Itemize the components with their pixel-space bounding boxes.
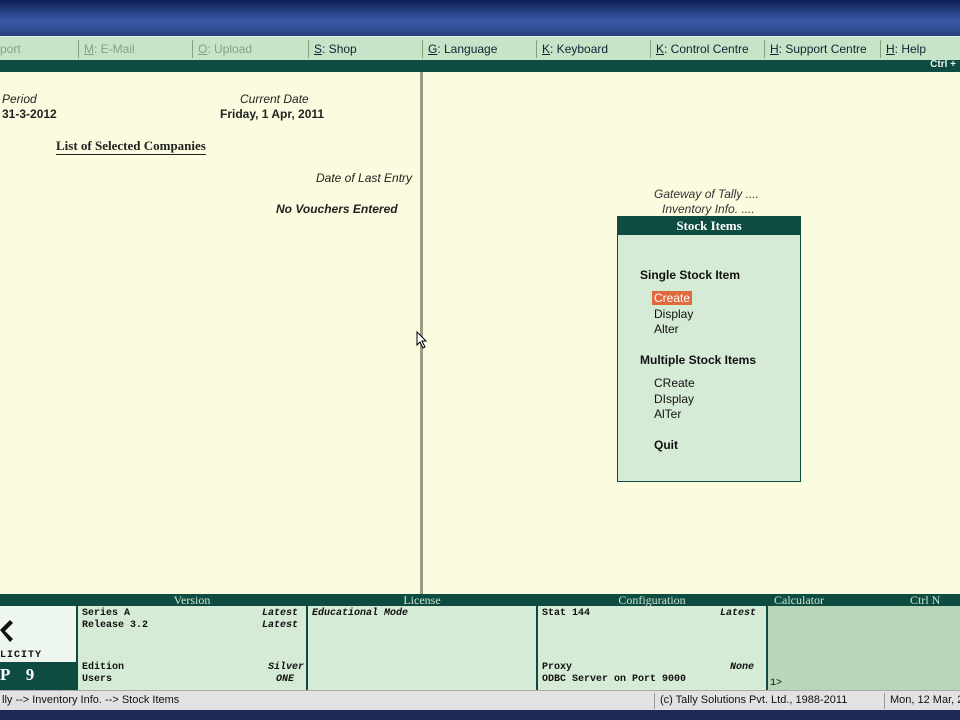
menu-control-centre[interactable]: K: Control Centre [656, 37, 749, 61]
no-vouchers-text: No Vouchers Entered [276, 202, 398, 216]
current-date-label: Current Date [240, 92, 309, 106]
calculator-cursor: 1> [770, 678, 783, 689]
current-date-value[interactable]: Friday, 1 Apr, 2011 [220, 107, 324, 121]
edition-label: Edition [82, 662, 125, 673]
menu-email[interactable]: M: E-Mail [84, 37, 135, 61]
menu-option-create[interactable]: Create [652, 291, 693, 305]
menu-option-multi-create[interactable]: CReate [654, 376, 695, 390]
list-of-companies-title: List of Selected Companies [56, 138, 206, 155]
menu-help[interactable]: H: Help [886, 37, 926, 61]
multiple-stock-items-heading: Multiple Stock Items [640, 353, 757, 367]
menu-support-centre[interactable]: H: Support Centre [770, 37, 867, 61]
calculator-heading: Calculator [768, 594, 874, 606]
period-value: 31-3-2012 [2, 107, 57, 121]
edition-value: Silver [268, 662, 305, 673]
stat-value: Latest [720, 608, 757, 619]
users-label: Users [82, 674, 113, 685]
proxy-value: None [730, 662, 755, 673]
logo-tagline: LICITY [0, 650, 43, 661]
date-last-entry-label: Date of Last Entry [316, 171, 413, 185]
top-menu-bar: port M: E-Mail O: Upload S: Shop G: Lang… [0, 36, 960, 62]
menu-upload[interactable]: O: Upload [198, 37, 252, 61]
menu-export[interactable]: port [0, 37, 21, 61]
product-brand-strip: P 9 [0, 662, 76, 690]
status-datetime: Mon, 12 Mar, 2 [890, 694, 960, 706]
license-heading: License [308, 594, 536, 606]
single-stock-item-heading: Single Stock Item [640, 268, 741, 282]
ctrl-indicator: Ctrl + [930, 59, 956, 70]
menu-option-quit[interactable]: Quit [654, 438, 678, 452]
series-value: Latest [262, 608, 299, 619]
license-mode: Educational Mode [312, 608, 409, 619]
status-bar: lly --> Inventory Info. --> Stock Items … [0, 690, 960, 711]
gateway-subtitle: Inventory Info. .... [662, 202, 755, 216]
menu-language[interactable]: G: Language [428, 37, 497, 61]
product-brand: P 9 [0, 665, 41, 684]
series-label: Series A [82, 608, 131, 619]
menu-option-multi-alter[interactable]: AlTer [654, 407, 681, 421]
stat-label: Stat 144 [542, 608, 591, 619]
window-title-strip [0, 0, 960, 36]
release-label: Release 3.2 [82, 620, 149, 631]
breadcrumb: lly --> Inventory Info. --> Stock Items [2, 694, 180, 706]
menu-option-multi-display[interactable]: DIsplay [654, 392, 694, 406]
configuration-heading: Configuration [538, 594, 766, 606]
odbc-label: ODBC Server on Port 9000 [542, 674, 687, 685]
menu-option-alter[interactable]: Alter [654, 322, 679, 336]
calculator-ctrl: Ctrl N [910, 594, 960, 606]
users-value: ONE [276, 674, 295, 685]
menu-keyboard[interactable]: K: Keyboard [542, 37, 608, 61]
release-value: Latest [262, 620, 299, 631]
mouse-cursor-icon [416, 331, 428, 349]
green-strip [0, 60, 960, 72]
menu-option-display[interactable]: Display [654, 307, 693, 321]
calculator-area[interactable]: 1> [768, 606, 960, 690]
gateway-title: Gateway of Tally .... [654, 187, 759, 201]
proxy-label: Proxy [542, 662, 573, 673]
period-label: Period [2, 92, 37, 106]
logo-mark-icon [0, 620, 13, 642]
copyright-text: (c) Tally Solutions Pvt. Ltd., 1988-2011 [660, 694, 848, 706]
menu-shop[interactable]: S: Shop [314, 37, 357, 61]
stock-items-menu: Stock Items Single Stock Item Create Dis… [617, 216, 801, 482]
stock-items-title: Stock Items [618, 217, 800, 235]
version-heading: Version [78, 594, 306, 606]
info-panel: Version License Configuration Calculator… [0, 594, 960, 690]
